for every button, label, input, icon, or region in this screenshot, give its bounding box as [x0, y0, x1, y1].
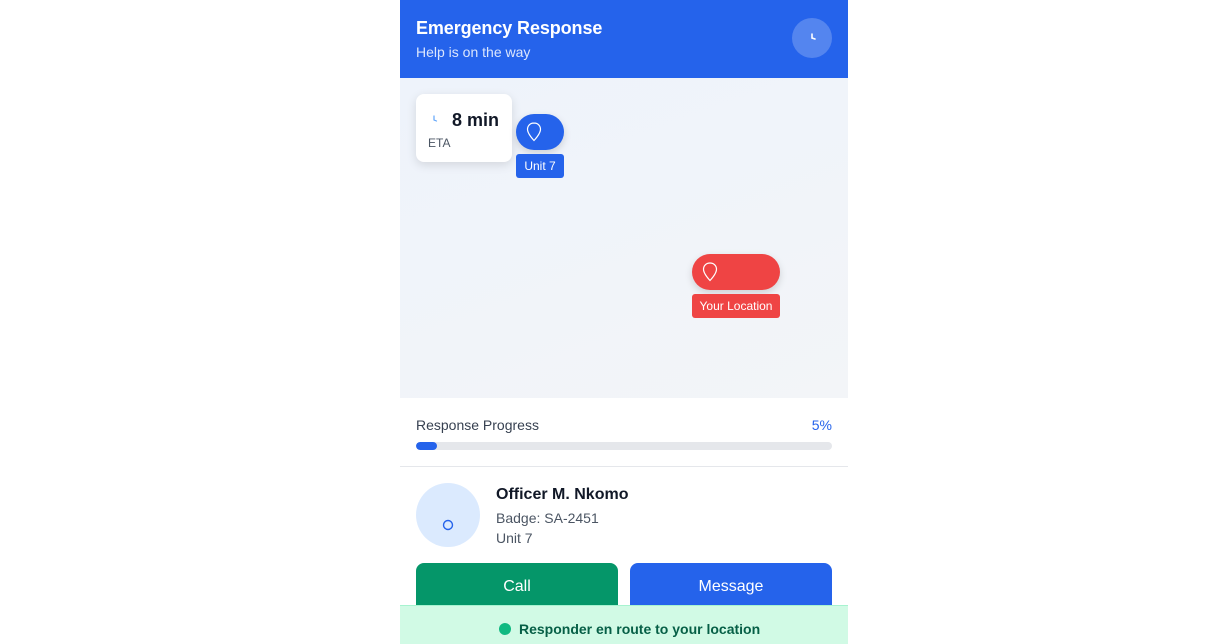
- eta-label: ETA: [428, 136, 451, 150]
- unit-marker[interactable]: [516, 114, 564, 150]
- progress-value: 5%: [811, 417, 832, 433]
- header: Emergency Response Help is on the way: [400, 0, 848, 78]
- user-location-label: Your Location: [692, 294, 780, 318]
- map-pin-icon: [526, 122, 542, 142]
- clock-icon: [433, 115, 438, 122]
- user-icon: [442, 519, 454, 531]
- eta-value: 8 min: [452, 110, 500, 130]
- progress-track: [416, 442, 832, 450]
- officer-unit: Unit 7: [496, 530, 533, 546]
- unit-marker-label: Unit 7: [516, 154, 564, 178]
- avatar: [416, 483, 480, 547]
- status-dot: [499, 623, 511, 635]
- map[interactable]: 8 min ETA Unit 7 Your Location: [400, 78, 848, 398]
- map-pin-icon: [702, 262, 718, 282]
- officer-card: Officer M. Nkomo Badge: SA-2451 Unit 7: [400, 467, 848, 563]
- status-text: Responder en route to your location: [519, 621, 761, 637]
- clock-button[interactable]: [792, 18, 832, 58]
- page-subtitle: Help is on the way: [416, 44, 531, 60]
- status-bar: Responder en route to your location: [400, 605, 848, 644]
- officer-badge: Badge: SA-2451: [496, 510, 599, 526]
- response-progress: Response Progress 5%: [400, 398, 848, 467]
- progress-fill: [416, 442, 437, 450]
- eta-card: 8 min ETA: [416, 94, 512, 162]
- emergency-app: Emergency Response Help is on the way 8 …: [400, 0, 848, 644]
- user-location-marker[interactable]: [692, 254, 780, 290]
- officer-name: Officer M. Nkomo: [496, 486, 629, 503]
- progress-title: Response Progress: [416, 417, 539, 433]
- clock-icon: [811, 33, 816, 40]
- page-title: Emergency Response: [416, 18, 603, 38]
